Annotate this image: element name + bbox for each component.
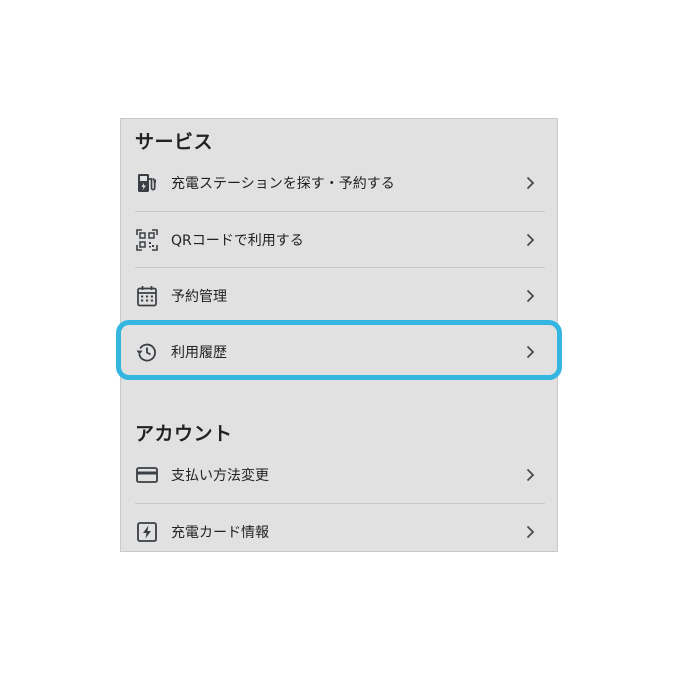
chevron-right-icon — [526, 289, 535, 303]
menu-item-qr-code[interactable]: QRコードで利用する — [121, 212, 557, 268]
charge-card-icon — [135, 520, 159, 544]
credit-card-icon — [135, 463, 159, 487]
qr-code-icon — [135, 228, 159, 252]
menu-item-label: QRコードで利用する — [171, 233, 304, 249]
menu-panel: サービス 充電ステーションを探す・予約する QRコードで利用する 予約管理 利用… — [120, 118, 558, 552]
calendar-icon — [135, 284, 159, 308]
menu-item-change-payment-method[interactable]: 支払い方法変更 — [121, 447, 557, 503]
menu-item-label: 予約管理 — [171, 289, 227, 305]
menu-item-label: 利用履歴 — [171, 345, 227, 361]
chevron-right-icon — [526, 345, 535, 359]
chevron-right-icon — [526, 176, 535, 190]
chevron-right-icon — [526, 525, 535, 539]
menu-item-reservation-management[interactable]: 予約管理 — [121, 268, 557, 324]
chevron-right-icon — [526, 233, 535, 247]
menu-item-usage-history[interactable]: 利用履歴 — [121, 324, 557, 380]
ev-station-icon — [135, 171, 159, 195]
chevron-right-icon — [526, 468, 535, 482]
menu-item-label: 充電カード情報 — [171, 525, 269, 541]
menu-item-charge-card-info[interactable]: 充電カード情報 — [121, 504, 557, 551]
history-icon — [135, 340, 159, 364]
account-section-title: アカウント — [135, 423, 233, 445]
menu-item-find-reserve-station[interactable]: 充電ステーションを探す・予約する — [121, 155, 557, 211]
menu-item-label: 充電ステーションを探す・予約する — [171, 176, 395, 192]
service-section-title: サービス — [135, 131, 214, 153]
menu-item-label: 支払い方法変更 — [171, 468, 269, 484]
